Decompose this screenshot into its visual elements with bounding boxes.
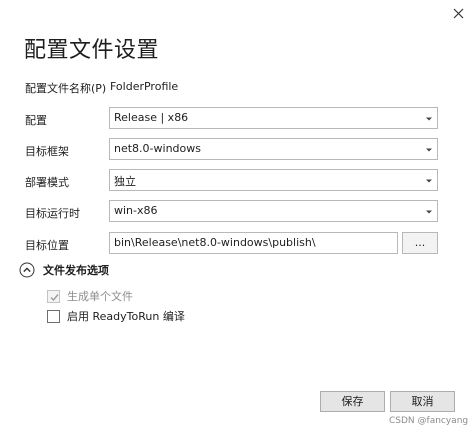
target-location-label: 目标位置 [25, 239, 69, 252]
chevron-up-circle-icon [19, 262, 35, 278]
publish-options-header: 文件发布选项 [43, 264, 109, 277]
ready-to-run-option[interactable]: 启用 ReadyToRun 编译 [47, 309, 185, 323]
cancel-button[interactable]: 取消 [390, 391, 455, 412]
checkmark-icon [50, 293, 59, 301]
browse-button[interactable]: ... [402, 232, 438, 254]
configuration-label: 配置 [25, 114, 47, 127]
ready-to-run-label[interactable]: 启用 ReadyToRun 编译 [67, 308, 185, 324]
close-icon [453, 8, 463, 19]
profile-name-label: 配置文件名称(P) [25, 82, 107, 95]
publish-options-toggle[interactable]: 文件发布选项 [19, 262, 109, 278]
chevron-down-icon [426, 179, 432, 183]
target-location-input[interactable]: bin\Release\net8.0-windows\publish\ [109, 232, 398, 254]
configuration-select[interactable]: Release | x86 [109, 107, 438, 129]
save-button[interactable]: 保存 [320, 391, 385, 412]
single-file-label: 生成单个文件 [67, 290, 133, 303]
single-file-checkbox [47, 289, 60, 303]
deployment-mode-label: 部署模式 [25, 176, 69, 189]
configuration-value: Release | x86 [114, 111, 189, 124]
ready-to-run-checkbox[interactable] [47, 309, 60, 323]
target-runtime-label: 目标运行时 [25, 207, 80, 220]
single-file-option: 生成单个文件 [47, 289, 133, 303]
target-framework-label: 目标框架 [25, 145, 69, 158]
dialog-title: 配置文件设置 [24, 38, 160, 63]
chevron-down-icon [426, 148, 432, 152]
target-runtime-select[interactable]: win-x86 [109, 200, 438, 222]
watermark: CSDN @fancyang [389, 416, 469, 426]
target-framework-value: net8.0-windows [114, 142, 201, 155]
profile-name-value: FolderProfile [110, 80, 179, 93]
target-runtime-value: win-x86 [114, 204, 158, 217]
close-button[interactable] [446, 2, 470, 26]
deployment-mode-value: 独立 [114, 175, 136, 188]
chevron-down-icon [426, 210, 432, 214]
chevron-down-icon [426, 117, 432, 121]
deployment-mode-select[interactable]: 独立 [109, 169, 438, 191]
target-framework-select[interactable]: net8.0-windows [109, 138, 438, 160]
